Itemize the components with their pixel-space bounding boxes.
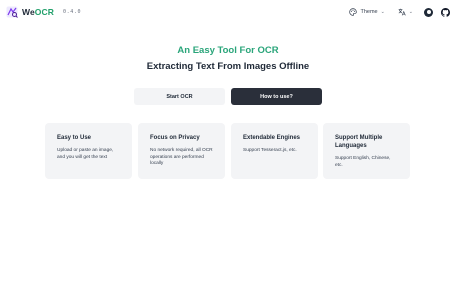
logo-icon [6, 6, 18, 18]
feature-description: No network required, all OCR operations … [150, 148, 213, 166]
version-label: 0.4.0 [63, 9, 82, 15]
theme-label: Theme [360, 9, 378, 15]
theme-dropdown[interactable]: Theme ⌄ [346, 5, 387, 19]
brand-suffix: OCR [34, 7, 54, 17]
feature-card-privacy: Focus on Privacy No network required, al… [138, 123, 225, 179]
brand-prefix: We [22, 7, 35, 17]
hero-section: An Easy Tool For OCR Extracting Text Fro… [0, 44, 456, 74]
user-icon[interactable] [424, 7, 433, 17]
github-icon[interactable] [441, 7, 450, 17]
feature-card-languages: Support Multiple Languages Support Engli… [323, 123, 410, 179]
feature-title: Easy to Use [57, 135, 92, 141]
feature-description: Support Tesseract.js, etc. [243, 148, 297, 153]
chevron-down-icon: ⌄ [408, 9, 413, 15]
chevron-down-icon: ⌄ [380, 9, 385, 15]
github-icon-glyph [441, 7, 450, 17]
feature-title: Focus on Privacy [150, 135, 200, 141]
start-ocr-button[interactable]: Start OCR [134, 88, 225, 105]
feature-description: Support English, Chinese, etc. [335, 156, 391, 168]
header-tools: Theme ⌄ ⌄ [346, 5, 450, 19]
feature-description: Upload or paste an image, and you will g… [57, 148, 114, 160]
top-navbar: WeOCR 0.4.0 Theme ⌄ ⌄ [0, 0, 456, 24]
feature-title: Extendable Engines [243, 135, 301, 141]
hero-subtitle: Extracting Text From Images Offline [146, 61, 310, 72]
brand-name: WeOCR [22, 7, 54, 17]
hero-title: An Easy Tool For OCR [177, 45, 279, 56]
how-to-use-button[interactable]: How to use? [231, 88, 322, 105]
translate-icon [398, 8, 406, 16]
palette-icon [349, 8, 358, 16]
language-dropdown[interactable]: ⌄ [398, 5, 413, 19]
feature-card-easy-to-use: Easy to Use Upload or paste an image, an… [45, 123, 132, 179]
feature-card-engines: Extendable Engines Support Tesseract.js,… [231, 123, 318, 179]
feature-title: Support Multiple Languages [335, 135, 383, 149]
brand[interactable]: WeOCR 0.4.0 [6, 5, 81, 19]
